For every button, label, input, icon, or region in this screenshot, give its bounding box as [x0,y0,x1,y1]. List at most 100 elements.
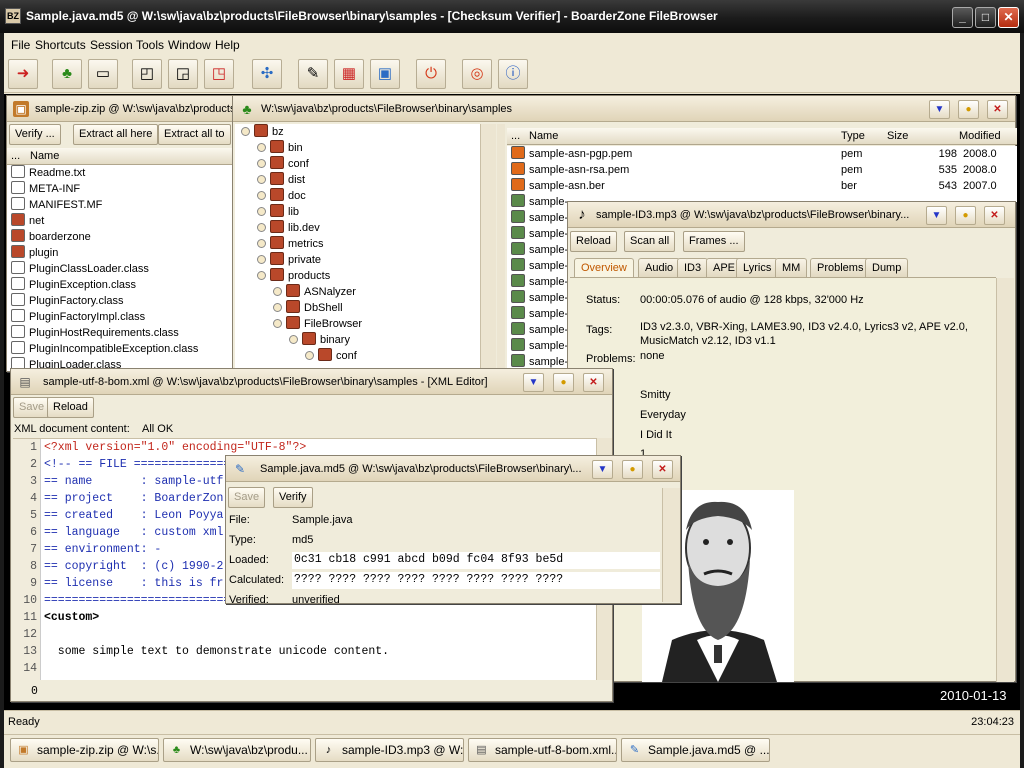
verify-button[interactable]: Verify [273,487,313,508]
column-dots[interactable]: ... [511,130,520,142]
list-item[interactable]: PluginHostRequirements.class [7,325,263,341]
menu-file[interactable]: File [11,38,30,52]
window-restore-button[interactable]: ● [958,100,979,119]
expand-toggle-icon[interactable] [257,271,266,280]
tree-node[interactable]: doc [235,188,481,204]
extract-all-here-button[interactable]: Extract all here [73,124,159,145]
expand-toggle-icon[interactable] [273,303,282,312]
menu-help[interactable]: Help [215,38,240,52]
column-name[interactable]: Name [529,130,558,142]
menu-session[interactable]: Session [90,38,133,52]
column-name[interactable]: Name [30,150,59,162]
tree-node[interactable]: ASNalyzer [235,284,481,300]
list-item[interactable]: PluginException.class [7,277,263,293]
tree-node[interactable]: lib.dev [235,220,481,236]
window-minimize-button[interactable]: ▼ [929,100,950,119]
tree-node[interactable]: private [235,252,481,268]
taskbar-button[interactable]: ▤ sample-utf-8-bom.xml... [468,738,617,762]
expand-toggle-icon[interactable] [305,351,314,360]
table-row[interactable]: sample-asn-pgp.pem pem 198 2008.0 [507,146,1017,162]
tree-node[interactable]: metrics [235,236,481,252]
reload-button[interactable]: Reload [570,231,617,252]
maximize-button[interactable]: □ [975,7,996,28]
menu-tools[interactable]: Tools [136,38,164,52]
window-icon[interactable]: ▭ [88,59,118,89]
frames-button[interactable]: Frames ... [683,231,745,252]
list-item[interactable]: Readme.txt [7,165,263,181]
zip-window-titlebar[interactable]: ▣ sample-zip.zip @ W:\sw\java\bz\product… [7,96,263,122]
expand-toggle-icon[interactable] [257,143,266,152]
column-type[interactable]: Type [841,130,865,142]
tab-problems[interactable]: Problems [810,258,871,277]
window-close-button[interactable]: ✕ [984,206,1005,225]
tree-node[interactable]: conf [235,348,481,364]
minimize-button[interactable]: _ [952,7,973,28]
expand-toggle-icon[interactable] [257,191,266,200]
window-close-button[interactable]: ✕ [652,460,673,479]
list-item[interactable]: PluginFactory.class [7,293,263,309]
taskbar-button[interactable]: ▣ sample-zip.zip @ W:\s... [10,738,159,762]
tree-node[interactable]: DbShell [235,300,481,316]
info-icon[interactable]: ⓘ [498,59,528,89]
exit-icon[interactable]: ➜ [8,59,38,89]
tree-node[interactable]: bin [235,140,481,156]
field-value[interactable]: ???? ???? ???? ???? ???? ???? ???? ???? [292,572,660,589]
lifebuoy-icon[interactable]: ◎ [462,59,492,89]
expand-toggle-icon[interactable] [289,335,298,344]
expand-toggle-icon[interactable] [273,287,282,296]
expand-toggle-icon[interactable] [257,255,266,264]
save-button[interactable]: Save [13,397,51,418]
list-item[interactable]: META-INF [7,181,263,197]
list-item[interactable]: boarderzone [7,229,263,245]
window-close-button[interactable]: ✕ [987,100,1008,119]
expand-toggle-icon[interactable] [257,159,266,168]
close-button[interactable]: ✕ [998,7,1019,28]
tree-scrollbar[interactable] [480,124,496,374]
field-value[interactable]: 0c31 cb18 c991 abcd b09d fc04 8f93 be5d [292,552,660,569]
window-minimize-button[interactable]: ▼ [523,373,544,392]
expand-toggle-icon[interactable] [273,319,282,328]
taskbar-button[interactable]: ♪ sample-ID3.mp3 @ W:\... [315,738,464,762]
expand-toggle-icon[interactable] [257,207,266,216]
tab-overview[interactable]: Overview [574,258,634,277]
tile-vertical-icon[interactable]: ◳ [204,59,234,89]
table-row[interactable]: sample-asn-rsa.pem pem 535 2008.0 [507,162,1017,178]
window-restore-button[interactable]: ● [955,206,976,225]
color-grid-icon[interactable]: ▦ [334,59,364,89]
taskbar-button[interactable]: ✎ Sample.java.md5 @ ... [621,738,770,762]
expand-toggle-icon[interactable] [241,127,250,136]
list-item[interactable]: plugin [7,245,263,261]
xml-window-titlebar[interactable]: ▤ sample-utf-8-bom.xml @ W:\sw\java\bz\p… [11,369,612,395]
window-close-button[interactable]: ✕ [583,373,604,392]
cascade-icon[interactable]: ◰ [132,59,162,89]
overview-scrollbar[interactable] [980,278,992,682]
split-divider[interactable] [497,124,505,374]
tab-audio[interactable]: Audio [638,258,681,277]
mp3-scrollbar[interactable] [996,278,1014,682]
app-titlebar[interactable]: BZ Sample.java.md5 @ W:\sw\java\bz\produ… [0,0,1024,33]
save-button[interactable]: Save [228,487,266,508]
checksum-window-titlebar[interactable]: ✎ Sample.java.md5 @ W:\sw\java\bz\produc… [226,456,680,482]
power-icon[interactable]: ⏻ [416,59,446,89]
window-restore-button[interactable]: ● [622,460,643,479]
tab-dump[interactable]: Dump [865,258,909,277]
list-item[interactable]: PluginIncompatibleException.class [7,341,263,357]
edit-checklist-icon[interactable]: ✎ [298,59,328,89]
tile-horizontal-icon[interactable]: ◲ [168,59,198,89]
browser-window-titlebar[interactable]: ♣ W:\sw\java\bz\products\FileBrowser\bin… [233,96,1015,122]
column-dots[interactable]: ... [11,150,20,162]
list-item[interactable]: PluginClassLoader.class [7,261,263,277]
menu-window[interactable]: Window [168,38,211,52]
menu-shortcuts[interactable]: Shortcuts [35,38,86,52]
tree-node[interactable]: binary [235,332,481,348]
column-modified[interactable]: Modified [959,130,1001,142]
tree-node[interactable]: bz [235,124,481,140]
window-restore-button[interactable]: ● [553,373,574,392]
column-size[interactable]: Size [887,130,908,142]
tab-mm[interactable]: MM [775,258,808,277]
window-minimize-button[interactable]: ▼ [926,206,947,225]
arrange-icon[interactable]: ✣ [252,59,282,89]
tree-node[interactable]: FileBrowser [235,316,481,332]
expand-toggle-icon[interactable] [257,223,266,232]
window-minimize-button[interactable]: ▼ [592,460,613,479]
